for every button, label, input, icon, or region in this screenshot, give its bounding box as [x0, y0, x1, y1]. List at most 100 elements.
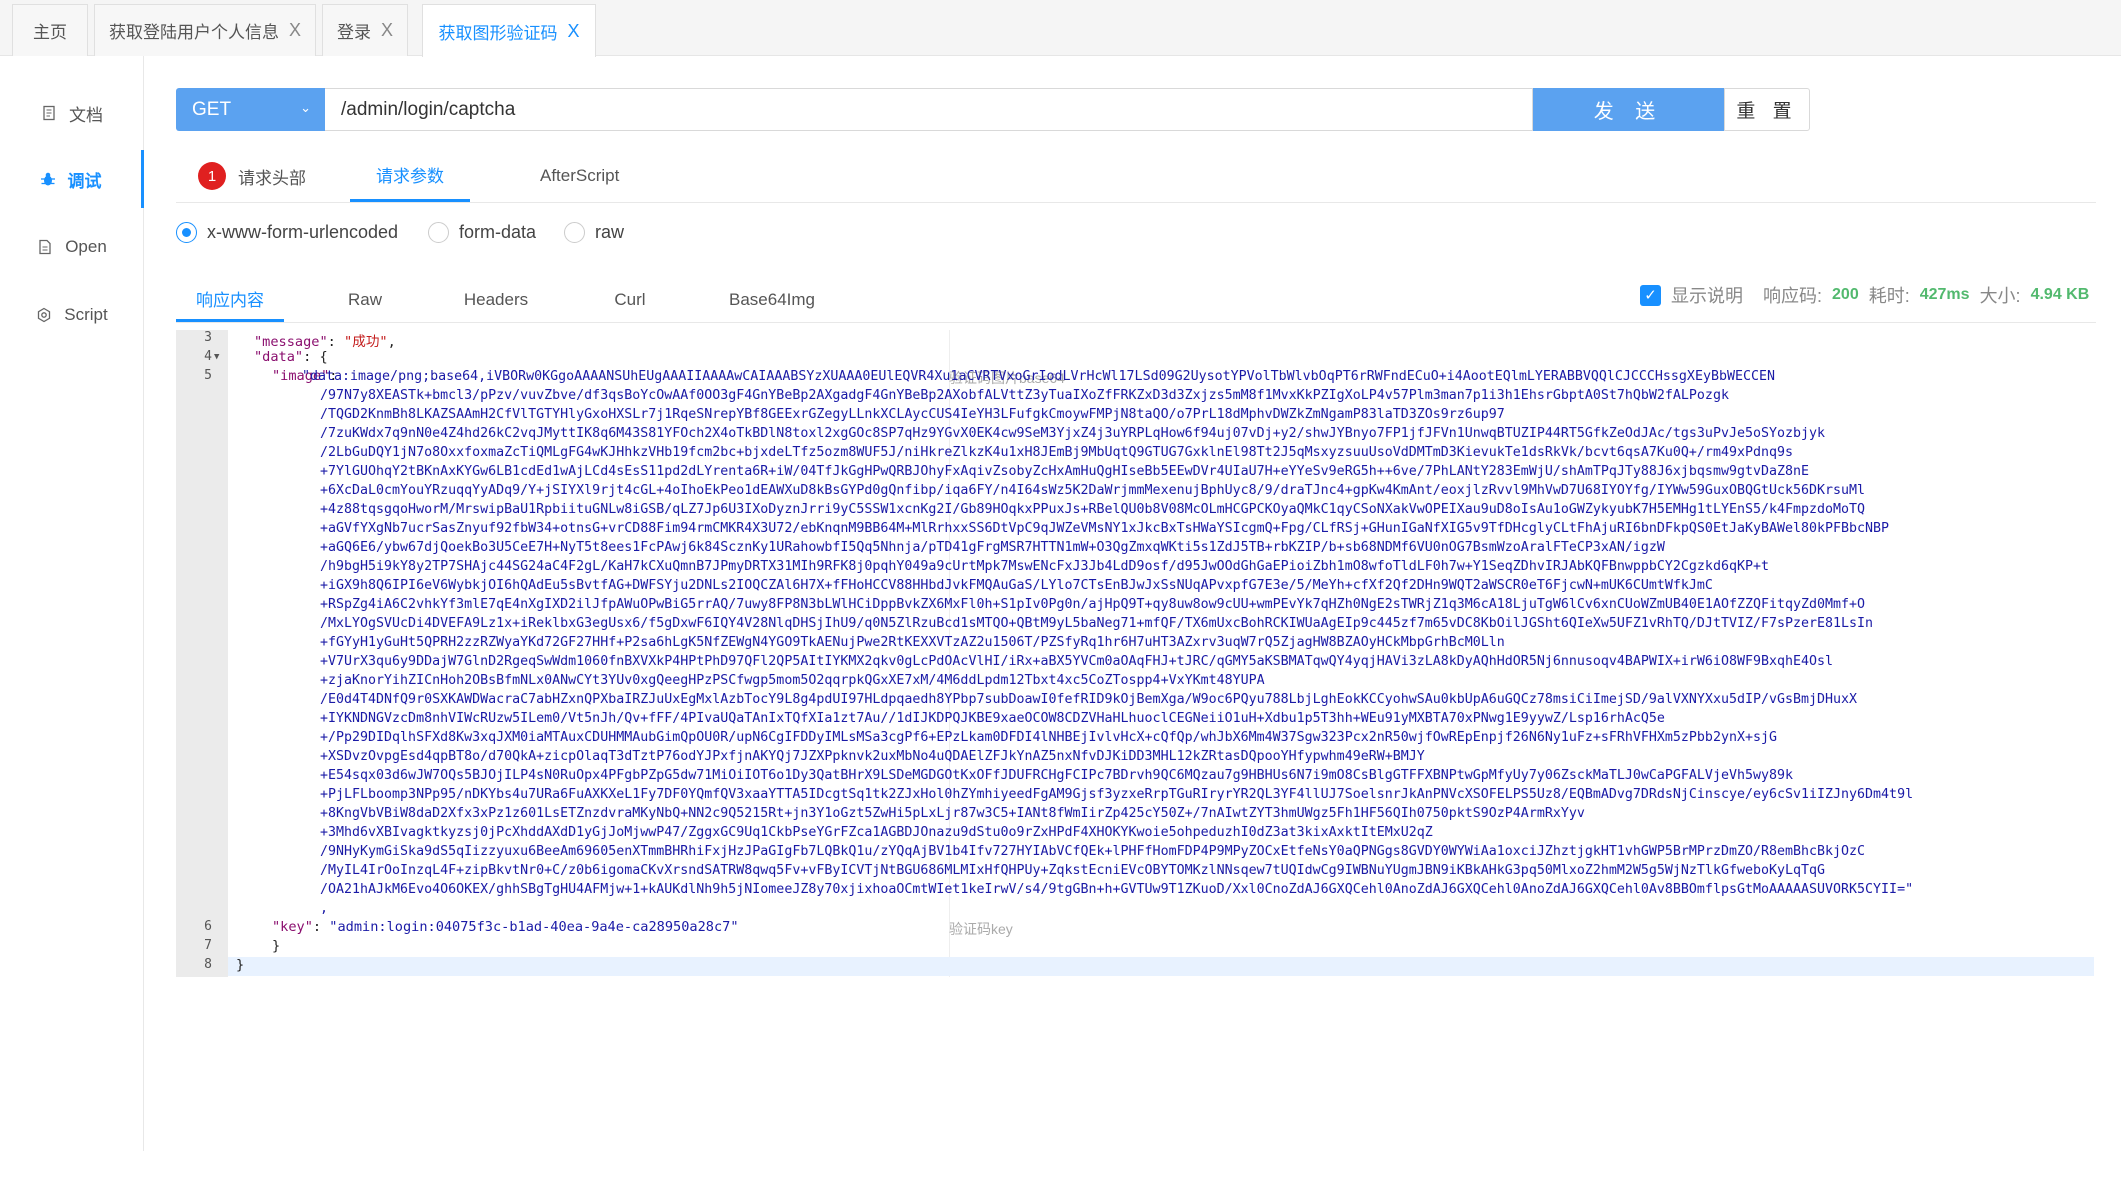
tab-request-params[interactable]: 请求参数: [350, 150, 470, 202]
tab-afterscript[interactable]: AfterScript: [540, 150, 619, 202]
sidebar-item-open[interactable]: Open: [0, 218, 144, 276]
radio-urlencoded[interactable]: x-www-form-urlencoded: [176, 218, 398, 246]
tab-response-base64img[interactable]: Base64Img: [720, 278, 824, 322]
tab-label: 获取登陆用户个人信息: [108, 23, 279, 42]
image-base64-value: "data:image/png;base64,iVBORw0KGgoAAAANS…: [302, 367, 2092, 918]
radio-dot: [176, 221, 197, 243]
sidebar-item-label: 文档: [69, 105, 103, 125]
code-line-key: "key": "admin:login:04075f3c-b1ad-40ea-9…: [272, 919, 739, 935]
size-label: 大小:: [1979, 286, 2021, 306]
tab-bar: 主页 获取登陆用户个人信息 X 登录 X 获取图形验证码 X: [0, 0, 2121, 57]
json-string: "admin:login:04075f3c-b1ad-40ea-9a4e-ca2…: [329, 919, 739, 935]
size-value: 4.94 KB: [2030, 286, 2090, 303]
close-icon[interactable]: X: [381, 20, 393, 41]
line-number: 3: [204, 330, 212, 345]
tab-response-curl[interactable]: Curl: [600, 278, 660, 322]
base64-line: +4z88tqsgqoHworM/MrswipBaU1RpbiituGNLw8i…: [320, 502, 1866, 517]
method-value: GET: [192, 98, 232, 120]
field-comment: 验证码key: [949, 921, 1013, 937]
tab-label: 主页: [33, 23, 67, 42]
send-button[interactable]: 发 送: [1533, 88, 1724, 131]
base64-line: "data:image/png;base64,iVBORw0KGgoAAAANS…: [302, 369, 1775, 384]
tab-response-headers[interactable]: Headers: [456, 278, 536, 322]
sidebar-item-debug[interactable]: 调试: [0, 150, 144, 208]
sidebar-item-label: Script: [64, 305, 108, 324]
code-line-message: "message": "成功",: [254, 334, 396, 350]
tab-label: 请求参数: [376, 167, 444, 186]
show-description-checkbox[interactable]: ✓: [1640, 284, 1661, 306]
radio-label: raw: [595, 221, 625, 242]
url-input[interactable]: /admin/login/captcha: [325, 88, 1533, 131]
settings-icon: [38, 307, 51, 323]
sidebar-item-script[interactable]: Script: [0, 286, 144, 344]
radio-dot: [428, 221, 449, 243]
tab-request-headers[interactable]: 1 请求头部: [198, 150, 306, 202]
line-gutter: 3 4 ▼ 5 6 7 8: [176, 330, 228, 977]
sidebar-item-label: Open: [65, 237, 107, 256]
base64-line: +iGX9h8Q6IPI6eV6WybkjOI6hQAdEu5sBvtfAG+D…: [320, 578, 1713, 593]
base64-line: +PjLFLboomp3NPp95/nDKYbs4u7URa6FuAXKXeL1…: [320, 787, 1914, 802]
json-string: "成功": [344, 334, 388, 350]
base64-line: +/Pp29DIDqlhSFXd8Kw3xqJXM0iaMTAuxCDUHMMA…: [320, 730, 1777, 745]
base64-line: +IYKNDNGVzcDm8nhVIWcRUzw5ILem0/Vt5nJh/Qv…: [320, 711, 1665, 726]
base64-line: /MxLYOgSVUcDi4DVEFA9Lz1x+iReklbxG3egUsx6…: [320, 616, 1874, 631]
tab-captcha[interactable]: 获取图形验证码 X: [422, 4, 596, 57]
radio-form-data[interactable]: form-data: [428, 218, 536, 246]
line-number: 5: [204, 368, 212, 383]
sidebar-item-docs[interactable]: 文档: [0, 84, 144, 142]
code-line-close: }: [272, 938, 281, 954]
tab-label: 请求头部: [238, 168, 306, 188]
close-icon[interactable]: X: [289, 20, 301, 41]
divider: [176, 322, 2096, 323]
divider: [176, 202, 2096, 203]
chevron-down-icon: ⌄: [300, 100, 311, 115]
base64-line: ,: [320, 901, 329, 916]
base64-line: +E54sqx03d6wJW7OQs5BJOjILP4sN0RuOpx4PFgb…: [320, 768, 1793, 783]
tab-response-content[interactable]: 响应内容: [176, 278, 284, 322]
base64-line: +6XcDaL0cmYouYRzuqqYyADq9/Y+jSIYXl9rjt4c…: [320, 483, 1866, 498]
tab-label: 获取图形验证码: [438, 23, 558, 43]
json-key: "key": [272, 919, 313, 935]
bug-icon: [40, 172, 55, 186]
base64-line: /OA21hAJkM6Evo4O6OKEX/ghhSBgTgHU4AFMjw+1…: [320, 882, 1914, 897]
line-number: 8: [204, 957, 212, 972]
base64-line: /97N7y8XEASTk+bmcl3/pPzv/vuvZbve/df3qsBo…: [320, 388, 1729, 403]
tab-label: AfterScript: [540, 166, 620, 185]
fold-arrow-icon[interactable]: ▼: [214, 352, 219, 362]
line-number: 6: [204, 919, 212, 934]
url-value: /admin/login/captcha: [341, 98, 516, 120]
base64-line: /h9bgH5i9kY8y2TP7SHAjc44SG24aC4F2gL/KaH7…: [320, 559, 1769, 574]
tab-label: 登录: [336, 23, 371, 42]
sidebar-item-label: 调试: [67, 171, 102, 191]
time-label: 耗时:: [1868, 286, 1910, 306]
response-meta: ✓ 显示说明 响应码: 200 耗时: 427ms 大小: 4.94 KB: [1640, 280, 2089, 310]
radio-raw[interactable]: raw: [564, 218, 624, 246]
status-code-label: 响应码:: [1763, 286, 1823, 306]
base64-line: +V7UrX3qu6y9DDajW7GlnD2RgeqSwWdm1060fnBX…: [320, 654, 1834, 669]
tab-response-raw[interactable]: Raw: [330, 278, 400, 322]
base64-line: +aGVfYXgNb7ucrSasZnyuf92fbW34+otnsG+vrCD…: [320, 521, 1890, 536]
line-number: 7: [204, 938, 212, 953]
tab-user-info[interactable]: 获取登陆用户个人信息 X: [94, 4, 316, 56]
base64-line: /2LbGuDQY1jN7o8OxxfoxmaZcTiQMLgFG4wKJHhk…: [320, 445, 1793, 460]
base64-line: /TQGD2KnmBh8LKAZSAAmH2CfVlTGTYHlyGxoHXSL…: [320, 407, 1505, 422]
base64-line: +7YlGUOhqY2tBKnAxKYGw6LB1cdEd1wAjLCd4sEs…: [320, 464, 1810, 479]
time-value: 427ms: [1919, 286, 1970, 303]
show-description-label: 显示说明: [1671, 286, 1743, 306]
tab-home[interactable]: 主页: [12, 4, 88, 56]
json-key: "message": [254, 334, 328, 350]
base64-line: /E0d4T4DNfQ9r0SXKAWDWacraC7abHZxnQPXbaIR…: [320, 692, 1858, 707]
reset-button[interactable]: 重 置: [1724, 88, 1810, 131]
base64-line: +XSDvzOvpgEsd4qpBT8o/d70QkA+zicpOlaqT3dT…: [320, 749, 1425, 764]
close-icon[interactable]: X: [567, 21, 579, 42]
method-select[interactable]: GET ⌄: [176, 88, 325, 131]
base64-line: +RSpZg4iA6C2vhkYf3mlE7qE4nXgIXD2ilJfpAWu…: [320, 597, 1866, 612]
file-icon: [39, 239, 51, 255]
response-editor[interactable]: 3 4 ▼ 5 6 7 8 "message": "成功", "data": {…: [176, 330, 2094, 977]
line-number: 4: [204, 349, 212, 364]
code-line-data: "data": {: [254, 349, 328, 365]
base64-line: /7zuKWdx7q9nN0e4Z4hd26kC2vqJMyttIK8q6M43…: [320, 426, 1826, 441]
code-line-close: }: [236, 957, 245, 973]
json-key: "data": [254, 349, 304, 365]
tab-login[interactable]: 登录 X: [322, 4, 408, 56]
